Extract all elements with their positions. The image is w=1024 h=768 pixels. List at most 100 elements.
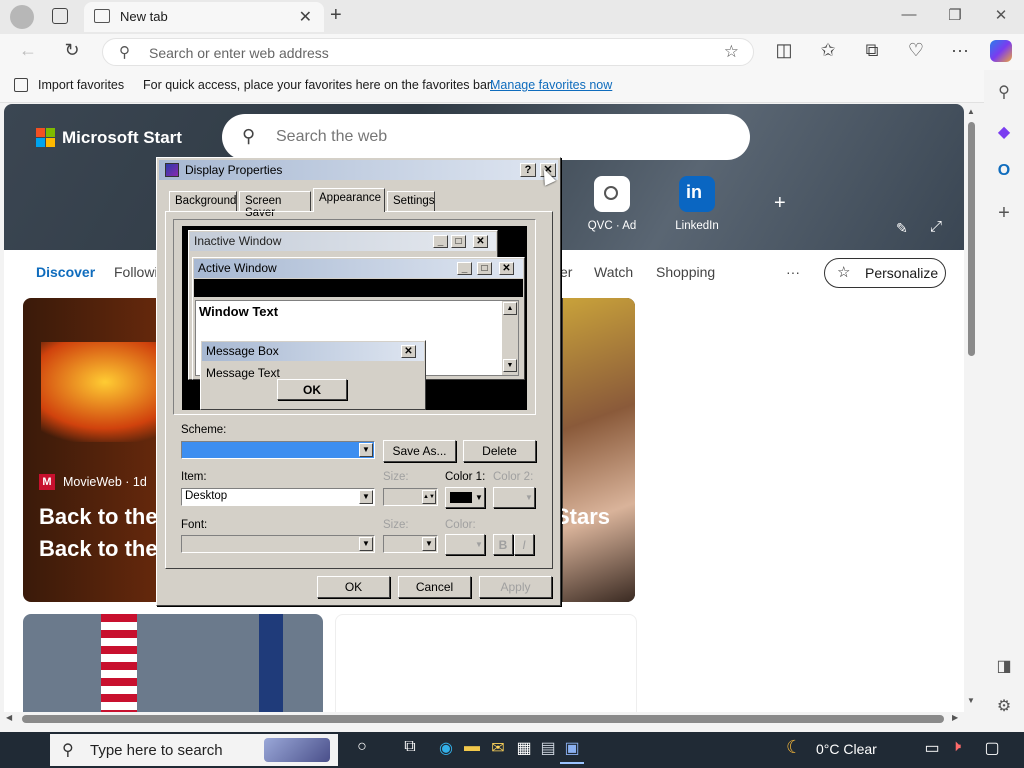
font-size-dropdown-icon[interactable]: ▼	[422, 537, 436, 551]
display-properties-app-icon[interactable]: ▣	[560, 738, 584, 764]
item-select[interactable]: Desktop ▼	[181, 488, 375, 506]
font-size-select[interactable]: ▼	[383, 535, 438, 553]
save-as-button[interactable]: Save As...	[383, 440, 456, 462]
tab-actions-icon[interactable]	[52, 8, 68, 24]
store-icon[interactable]: ▦	[512, 738, 536, 762]
settings-gear-icon[interactable]: ⚙	[992, 696, 1016, 720]
font-color-dropdown-icon: ▼	[475, 540, 483, 549]
more-menu-icon[interactable]: ···	[946, 40, 974, 61]
sidebar-copilot-icon[interactable]: ◆	[992, 122, 1016, 146]
add-quick-link-icon[interactable]: +	[774, 192, 786, 215]
dialog-title-bar[interactable]: Display Properties ? ✕	[159, 160, 558, 180]
personalize-button[interactable]: ☆ Personalize	[824, 258, 946, 288]
source-logo-icon: M	[39, 474, 55, 490]
sidebar-add-icon[interactable]: +	[992, 202, 1016, 226]
preview-maximize-icon: □	[451, 235, 466, 248]
profile-avatar[interactable]	[10, 5, 34, 29]
close-window-icon[interactable]: ✕	[986, 6, 1016, 24]
brand-name[interactable]: Microsoft Start	[62, 128, 182, 148]
cortana-icon[interactable]: ○	[350, 738, 374, 762]
font-dropdown-icon[interactable]: ▼	[359, 537, 373, 551]
tab-following[interactable]: Followi	[114, 264, 158, 280]
apply-button[interactable]: Apply	[479, 576, 552, 598]
scroll-right-icon[interactable]: ▶	[952, 713, 958, 722]
item-label: Item:	[181, 471, 207, 483]
app-icon[interactable]: ▤	[536, 738, 560, 762]
split-screen-icon[interactable]: ◫	[770, 40, 798, 61]
color2-picker[interactable]: ▼	[493, 487, 535, 508]
refresh-icon[interactable]: ↻	[58, 40, 86, 61]
help-icon[interactable]: ?	[520, 163, 536, 177]
linkedin-tile[interactable]: in	[679, 176, 715, 212]
notifications-icon[interactable]: ▢	[980, 738, 1004, 762]
preview-message-box[interactable]: Message Box ✕ Message Text OK	[200, 340, 426, 410]
color1-picker[interactable]: ▼	[445, 487, 485, 508]
favorites-icon[interactable]: ✩	[814, 40, 842, 61]
tab-watch[interactable]: Watch	[594, 264, 633, 280]
web-search-box[interactable]: ⚲ Search the web	[222, 114, 750, 160]
flag-image-2	[259, 614, 283, 714]
sidebar-search-icon[interactable]: ⚲	[992, 82, 1016, 106]
address-bar[interactable]: ⚲ Search or enter web address ☆	[102, 38, 754, 66]
taskbar: ⚲ Type here to search ○ ⧉ ◉ ▬ ✉ ▦ ▤ ▣ ☾ …	[0, 732, 1024, 768]
scroll-up-icon[interactable]: ▲	[967, 107, 975, 116]
manage-favorites-link[interactable]: Manage favorites now	[490, 78, 612, 92]
start-windows-icon[interactable]	[12, 738, 36, 762]
restore-icon[interactable]: ❐	[940, 6, 970, 24]
preview-active-title: Active Window	[198, 261, 277, 275]
tab-partial[interactable]: er	[560, 264, 572, 280]
network-icon[interactable]: ▭	[920, 738, 944, 762]
more-tabs-icon[interactable]: ···	[786, 264, 800, 280]
scroll-left-icon[interactable]: ◀	[6, 713, 12, 722]
sidebar-outlook-icon[interactable]: O	[992, 162, 1016, 186]
search-highlight-icon	[264, 738, 330, 762]
ok-button[interactable]: OK	[317, 576, 390, 598]
horizontal-scroll-thumb[interactable]	[22, 715, 944, 723]
size-spinner[interactable]: ▲▼	[383, 488, 438, 506]
size-spin-icon[interactable]: ▲▼	[422, 490, 436, 504]
favorite-star-icon[interactable]: ☆	[724, 42, 739, 62]
tab-new-tab[interactable]: New tab ✕	[84, 2, 324, 32]
performance-icon[interactable]: ♡	[902, 40, 930, 61]
copilot-icon[interactable]	[990, 40, 1012, 62]
volume-muted-icon[interactable]: 🕨	[944, 738, 968, 762]
edit-background-icon[interactable]: ✎	[896, 220, 908, 237]
font-select[interactable]: ▼	[181, 535, 375, 553]
tab-settings[interactable]: Settings	[387, 191, 435, 211]
preview-active-maximize-icon: □	[477, 262, 492, 275]
news-card-photo[interactable]	[23, 614, 323, 714]
tab-screen-saver[interactable]: Screen Saver	[239, 191, 311, 219]
italic-button[interactable]: I	[514, 534, 534, 555]
scheme-dropdown-icon[interactable]: ▼	[359, 443, 373, 457]
microsoft-logo-icon	[36, 128, 56, 148]
font-color-picker[interactable]: ▼	[445, 534, 485, 555]
import-favorites-button[interactable]: Import favorites	[38, 78, 124, 92]
mail-icon[interactable]: ✉	[486, 738, 510, 762]
tab-shopping[interactable]: Shopping	[656, 264, 715, 280]
close-tab-icon[interactable]: ✕	[299, 7, 312, 27]
new-tab-button[interactable]: +	[330, 4, 342, 27]
scroll-down-icon[interactable]: ▼	[967, 696, 975, 705]
vertical-scroll-thumb[interactable]	[968, 122, 975, 356]
weather-text[interactable]: 0°C Clear	[816, 741, 877, 757]
tab-discover[interactable]: Discover	[36, 264, 95, 280]
taskbar-search[interactable]: ⚲ Type here to search	[50, 734, 338, 766]
collections-icon[interactable]: ⧉	[858, 40, 886, 61]
delete-button[interactable]: Delete	[463, 440, 536, 462]
sidebar-panel-icon[interactable]: ◨	[992, 656, 1016, 680]
tab-background[interactable]: Background	[169, 191, 237, 211]
tab-appearance[interactable]: Appearance	[313, 188, 385, 212]
minimize-icon[interactable]: —	[894, 6, 924, 23]
edge-icon[interactable]: ◉	[434, 738, 458, 762]
bold-button[interactable]: B	[493, 534, 513, 555]
task-view-icon[interactable]: ⧉	[398, 738, 422, 762]
scheme-select[interactable]: ▼	[181, 441, 375, 459]
cancel-button[interactable]: Cancel	[398, 576, 471, 598]
qvc-tile[interactable]	[594, 176, 630, 212]
file-explorer-icon[interactable]: ▬	[460, 738, 484, 762]
expand-icon[interactable]: ⤢	[930, 218, 942, 235]
item-dropdown-icon[interactable]: ▼	[359, 490, 373, 504]
back-icon[interactable]: ←	[14, 40, 42, 61]
preview-message-text: Message Text	[206, 366, 280, 380]
news-card-empty[interactable]	[335, 614, 637, 714]
